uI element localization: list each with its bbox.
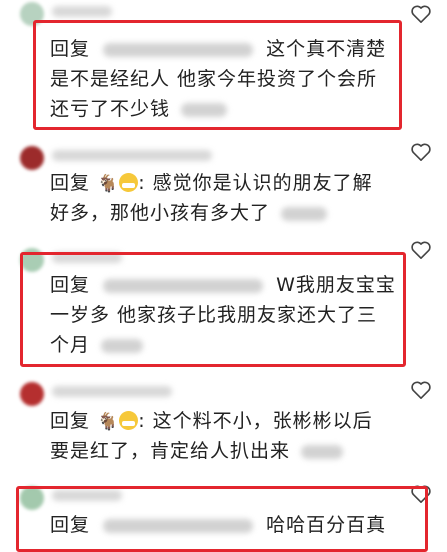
comment-text: : 感觉你是认识的朋友了解 bbox=[138, 172, 373, 194]
heart-icon[interactable] bbox=[410, 240, 432, 260]
reply-prefix[interactable]: 回复 bbox=[50, 172, 90, 194]
highlight-box bbox=[16, 486, 428, 552]
goat-emoji-icon: 🐐 bbox=[97, 412, 120, 432]
comment-text: 好多，那他小孩有多大了 bbox=[50, 202, 271, 224]
heart-icon[interactable] bbox=[410, 142, 432, 162]
avatar[interactable] bbox=[20, 382, 44, 406]
meta-blurred bbox=[281, 206, 328, 221]
mask-face-emoji-icon bbox=[119, 411, 139, 430]
username-blurred[interactable] bbox=[52, 6, 112, 17]
goat-emoji-icon: 🐐 bbox=[97, 174, 120, 194]
comment-text: : 这个料不小，张彬彬以后 bbox=[138, 410, 373, 432]
username-blurred[interactable] bbox=[52, 150, 212, 161]
highlight-box bbox=[33, 20, 402, 130]
mask-face-emoji-icon bbox=[119, 173, 139, 192]
comment-text: 要是红了，肯定给人扒出来 bbox=[50, 440, 291, 462]
username-blurred[interactable] bbox=[52, 386, 172, 397]
heart-icon[interactable] bbox=[410, 380, 432, 400]
heart-icon[interactable] bbox=[410, 4, 432, 24]
meta-blurred bbox=[301, 444, 344, 459]
reply-prefix[interactable]: 回复 bbox=[50, 410, 90, 432]
avatar[interactable] bbox=[20, 146, 44, 170]
highlight-box bbox=[20, 252, 406, 367]
